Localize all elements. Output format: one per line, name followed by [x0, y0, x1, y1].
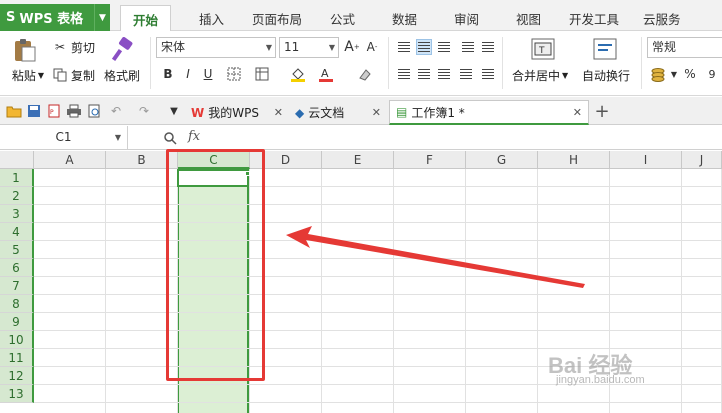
watermark-url: jingyan.baidu.com — [556, 374, 645, 386]
